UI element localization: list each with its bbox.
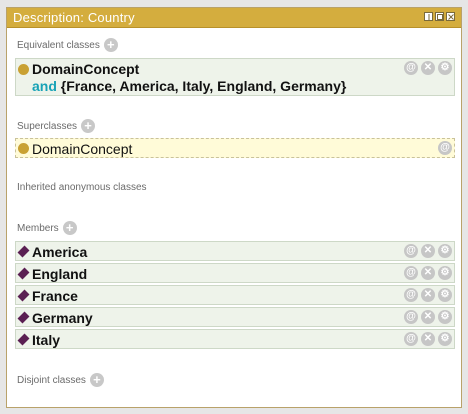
individual-icon [17, 333, 30, 346]
members-label: Members [17, 222, 59, 234]
delete-icon[interactable]: ✕ [421, 332, 435, 346]
member-row[interactable]: England @ ✕ ⚙ [15, 263, 455, 283]
member-row[interactable]: Germany @ ✕ ⚙ [15, 307, 455, 327]
and-keyword: and [32, 78, 57, 94]
disjoint-classes-header: Disjoint classes + [17, 373, 104, 387]
row-actions: @ ✕ ⚙ [404, 244, 452, 258]
edit-icon[interactable]: ⚙ [438, 244, 452, 258]
edit-icon[interactable]: ⚙ [438, 288, 452, 302]
delete-icon[interactable]: ✕ [421, 288, 435, 302]
disjoint-classes-label: Disjoint classes [17, 374, 86, 386]
individual-icon [17, 267, 30, 280]
add-equivalent-class-button[interactable]: + [103, 38, 118, 52]
equivalent-classes-label: Equivalent classes [17, 39, 100, 51]
maximize-icon[interactable] [435, 12, 444, 21]
annotate-icon[interactable]: @ [404, 244, 418, 258]
add-disjoint-class-button[interactable]: + [89, 373, 104, 387]
title-bar: Description: Country [7, 8, 461, 28]
annotate-icon[interactable]: @ [438, 141, 452, 155]
row-actions: @ ✕ ⚙ [404, 266, 452, 280]
row-actions: @ ✕ ⚙ [404, 288, 452, 302]
class-icon [18, 64, 29, 75]
member-name: America [32, 244, 88, 260]
equivalent-class-expression: and {France, America, Italy, England, Ge… [32, 78, 346, 94]
row-actions: @ ✕ ⚙ [404, 332, 452, 346]
individual-icon [17, 289, 30, 302]
delete-icon[interactable]: ✕ [421, 61, 435, 75]
row-actions: @ ✕ ⚙ [404, 61, 452, 75]
add-superclass-button[interactable]: + [81, 119, 96, 133]
description-panel: Description: Country Equivalent classes … [6, 7, 462, 408]
annotate-icon[interactable]: @ [404, 61, 418, 75]
member-name: France [32, 288, 78, 304]
member-row[interactable]: Italy @ ✕ ⚙ [15, 329, 455, 349]
superclass-name: DomainConcept [32, 141, 133, 157]
superclasses-header: Superclasses + [17, 119, 96, 133]
annotate-icon[interactable]: @ [404, 288, 418, 302]
add-member-button[interactable]: + [62, 221, 77, 235]
individual-icon [17, 245, 30, 258]
equivalent-class-name: DomainConcept [32, 61, 140, 77]
member-row[interactable]: America @ ✕ ⚙ [15, 241, 455, 261]
member-name: England [32, 266, 88, 282]
row-actions: @ ✕ ⚙ [404, 310, 452, 324]
close-icon[interactable] [446, 12, 455, 21]
annotate-icon[interactable]: @ [404, 266, 418, 280]
equivalent-classes-header: Equivalent classes + [17, 38, 118, 52]
members-header: Members + [17, 221, 77, 235]
delete-icon[interactable]: ✕ [421, 266, 435, 280]
member-row[interactable]: France @ ✕ ⚙ [15, 285, 455, 305]
annotate-icon[interactable]: @ [404, 310, 418, 324]
member-name: Germany [32, 310, 93, 326]
split-view-icon[interactable] [424, 12, 433, 21]
inherited-anonymous-classes-label: Inherited anonymous classes [17, 182, 147, 193]
class-icon [18, 143, 29, 154]
superclass-row[interactable]: DomainConcept @ [15, 138, 455, 158]
annotate-icon[interactable]: @ [404, 332, 418, 346]
row-actions: @ [438, 141, 452, 155]
panel-title: Description: Country [13, 10, 135, 25]
individual-icon [17, 311, 30, 324]
delete-icon[interactable]: ✕ [421, 310, 435, 324]
edit-icon[interactable]: ⚙ [438, 310, 452, 324]
equivalent-class-row[interactable]: DomainConcept and {France, America, Ital… [15, 58, 455, 96]
enumeration-text: {France, America, Italy, England, German… [56, 78, 347, 94]
edit-icon[interactable]: ⚙ [438, 266, 452, 280]
member-name: Italy [32, 332, 61, 348]
edit-icon[interactable]: ⚙ [438, 332, 452, 346]
superclasses-label: Superclasses [17, 120, 78, 132]
window-buttons [424, 12, 455, 21]
delete-icon[interactable]: ✕ [421, 244, 435, 258]
edit-icon[interactable]: ⚙ [438, 61, 452, 75]
